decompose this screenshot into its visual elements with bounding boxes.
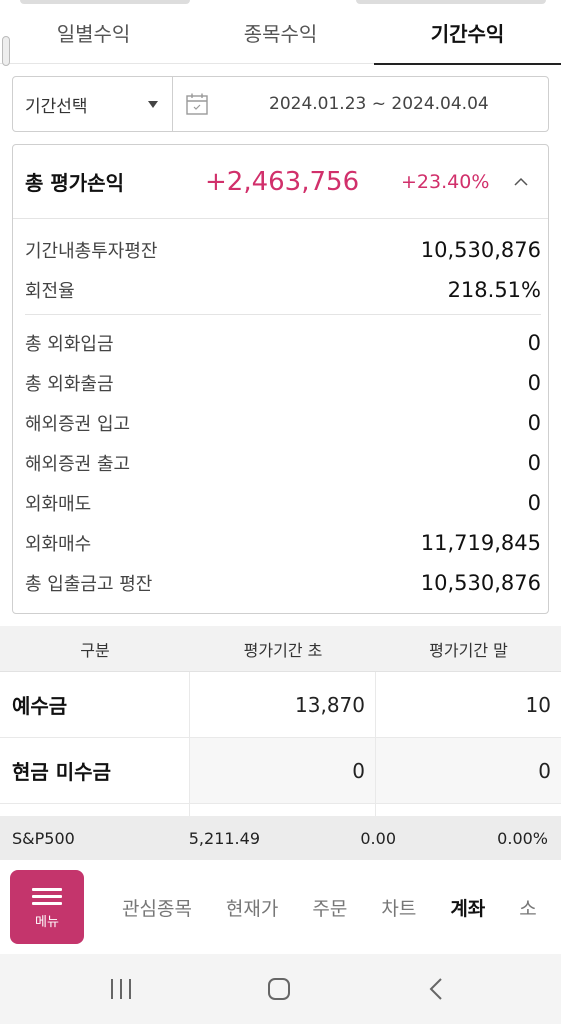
row-label: 외화매수 [25,534,92,555]
menu-button[interactable]: 메뉴 [10,870,84,944]
row-start-value: 13,870 [190,672,376,737]
index-change-percent: 0.00% [497,828,548,848]
row-value: 0 [527,491,541,515]
row-category: 현금 미수금 [0,738,190,803]
row-label: 총 외화입금 [25,334,114,355]
period-type-dropdown[interactable]: 기간선택 [13,77,173,131]
row-label: 해외증권 입고 [25,414,131,435]
period-range-text: 2024.01.23 ~ 2024.04.04 [269,94,489,114]
column-header-category: 구분 [80,640,110,660]
row-label: 해외증권 출고 [25,454,131,475]
row-value: 0 [527,371,541,395]
summary-row: 총 외화입금 0 [25,323,541,363]
total-profit-rate: +23.40% [401,170,490,193]
summary-row: 해외증권 입고 0 [25,403,541,443]
table-row: 현금 미수금 0 0 [0,738,561,804]
period-selector: 기간선택 2024.01.23 ~ 2024.04.04 [12,76,549,132]
tab-stock-profit[interactable]: 종목수익 [187,0,374,64]
chevron-up-icon[interactable] [513,174,529,190]
summary-row: 해외증권 출고 0 [25,443,541,483]
row-value: 0 [527,411,541,435]
row-value: 10,530,876 [420,238,541,262]
table-header: 구분 평가기간 초 평가기간 말 [0,626,561,672]
row-category: 예수금 [0,672,190,737]
nav-item-watchlist[interactable]: 관심종목 [122,894,192,921]
row-label: 총 입출금고 평잔 [25,574,153,595]
index-price: 5,211.49 [188,828,260,848]
row-value: 10,530,876 [420,571,541,595]
table-row: 예수금 13,870 10 [0,672,561,738]
period-range-field[interactable]: 2024.01.23 ~ 2024.04.04 [173,77,548,131]
profit-summary-card: 총 평가손익 +2,463,756 +23.40% 기간내총투자평잔 10,53… [12,144,549,614]
nav-item-order[interactable]: 주문 [312,894,347,921]
index-change: 0.00 [360,828,396,848]
divider [25,314,541,315]
row-end-value: 0 [538,758,551,783]
column-header-period-start: 평가기간 초 [243,640,323,660]
index-ticker[interactable]: S&P500 5,211.49 0.00 0.00% [0,816,561,860]
row-value: 11,719,845 [420,531,541,555]
index-name: S&P500 [12,828,75,848]
nav-item-chart[interactable]: 차트 [381,894,416,921]
summary-rows: 기간내총투자평잔 10,530,876 회전율 218.51% 총 외화입금 0… [13,219,548,603]
row-value: 0 [527,451,541,475]
row-start-value: 0 [190,738,376,803]
menu-label: 메뉴 [35,915,59,930]
caret-down-icon [148,100,158,108]
summary-row: 외화매도 0 [25,483,541,523]
row-label: 회전율 [25,281,75,302]
tab-daily-profit[interactable]: 일별수익 [0,0,187,64]
nav-items: 관심종목 현재가 주문 차트 계좌 소 [122,860,561,954]
row-label: 기간내총투자평잔 [25,241,158,262]
back-icon[interactable] [424,976,450,1002]
summary-row: 외화매수 11,719,845 [25,523,541,563]
total-profit-amount: +2,463,756 [205,166,360,197]
home-icon[interactable] [266,976,292,1002]
calendar-icon[interactable] [185,92,209,116]
system-nav-bar [0,954,561,1024]
row-end-value: 10 [525,692,551,717]
summary-row: 총 입출금고 평잔 10,530,876 [25,563,541,603]
period-type-label: 기간선택 [25,96,88,117]
summary-title: 총 평가손익 [25,171,124,195]
hamburger-icon [32,884,62,909]
recents-icon[interactable] [108,976,134,1002]
tab-period-profit[interactable]: 기간수익 [374,0,561,65]
column-header-period-end: 평가기간 말 [429,640,508,660]
summary-row: 총 외화출금 0 [25,363,541,403]
row-label: 총 외화출금 [25,374,114,395]
summary-row: 회전율 218.51% [25,270,541,310]
row-value: 0 [527,331,541,355]
tab-bar: 일별수익 종목수익 기간수익 [0,0,561,65]
row-label: 외화매도 [25,494,92,515]
nav-item-more[interactable]: 소 [519,894,536,921]
side-drawer-handle[interactable] [2,36,10,66]
nav-item-account[interactable]: 계좌 [450,894,485,921]
bottom-navigation: 메뉴 관심종목 현재가 주문 차트 계좌 소 [0,860,561,954]
nav-item-current-price[interactable]: 현재가 [226,894,278,921]
row-value: 218.51% [447,278,541,302]
summary-header[interactable]: 총 평가손익 +2,463,756 +23.40% [13,145,548,219]
summary-row: 기간내총투자평잔 10,530,876 [25,230,541,270]
